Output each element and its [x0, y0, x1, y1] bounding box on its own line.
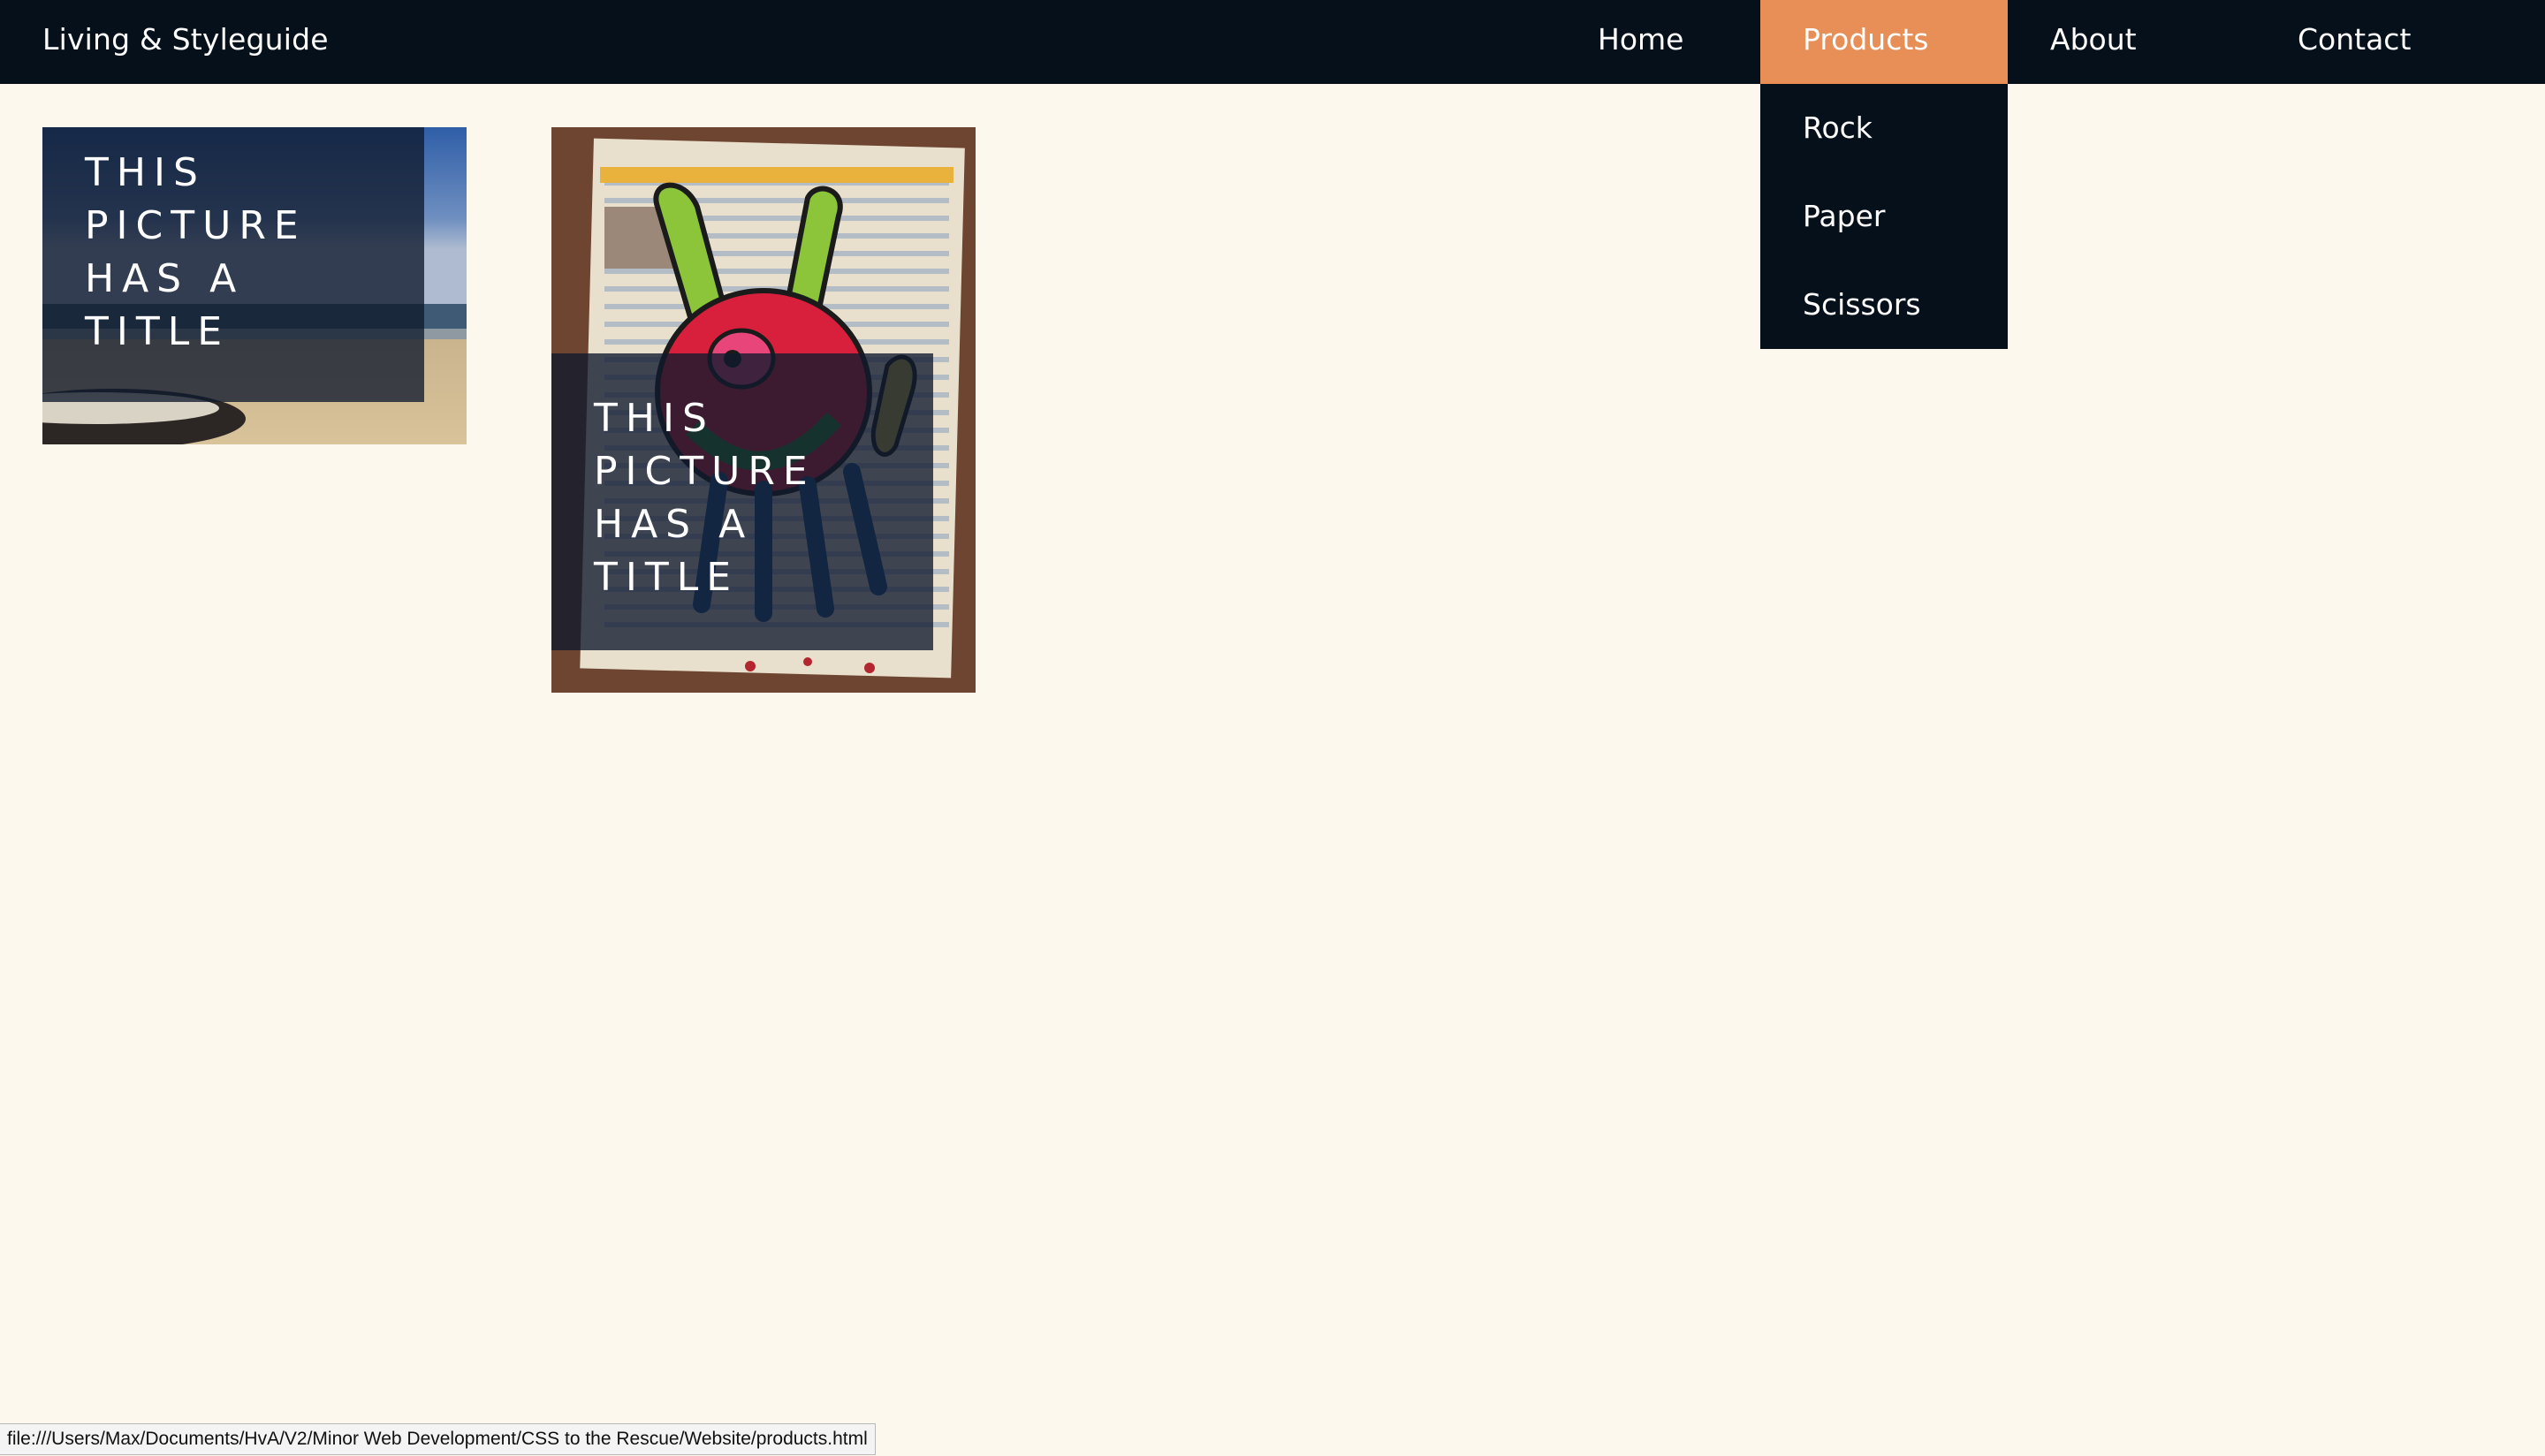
nav-item-contact[interactable]: Contact	[2255, 0, 2503, 84]
picture-title-overlay: THIS PICTURE HAS A TITLE	[42, 127, 424, 402]
picture-title-overlay: THIS PICTURE HAS A TITLE	[551, 353, 933, 650]
caption-line: TITLE	[594, 555, 740, 600]
products-dropdown-menu: Rock Paper Scissors	[1760, 84, 2008, 349]
picture-card[interactable]: THIS PICTURE HAS A TITLE	[42, 127, 467, 444]
site-brand-link[interactable]: Living & Styleguide	[42, 0, 329, 80]
dropdown-item-paper[interactable]: Paper	[1760, 172, 2008, 261]
picture-card[interactable]: THIS PICTURE HAS A TITLE	[551, 127, 976, 693]
caption-line: PICTURE	[594, 449, 816, 494]
caption-line: HAS A	[594, 502, 754, 547]
caption-line: THIS	[85, 150, 206, 195]
caption-line: PICTURE	[85, 203, 307, 248]
dropdown-item-scissors[interactable]: Scissors	[1760, 261, 2008, 349]
caption-line: THIS	[594, 396, 715, 441]
caption-line: TITLE	[85, 309, 231, 354]
browser-status-url: file:///Users/Max/Documents/HvA/V2/Minor…	[0, 1423, 876, 1455]
nav-item-products[interactable]: Products	[1760, 0, 2008, 84]
dropdown-item-rock[interactable]: Rock	[1760, 84, 2008, 172]
top-navbar: Living & Styleguide Home Products About …	[0, 0, 2545, 84]
nav-item-about[interactable]: About	[2008, 0, 2255, 84]
caption-line: HAS A	[85, 256, 245, 301]
